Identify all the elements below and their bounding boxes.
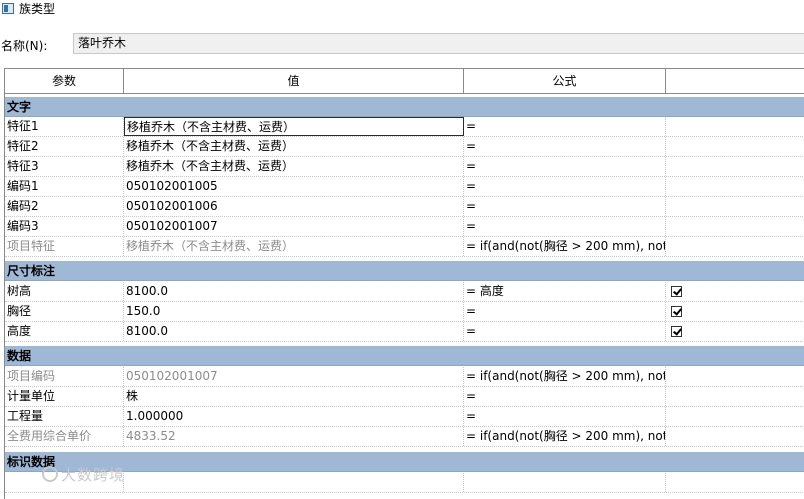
formula-input[interactable]: = bbox=[464, 217, 666, 236]
lock-cell[interactable] bbox=[666, 387, 804, 406]
table-row[interactable]: 特征3 移植乔木（不含主材费、运费） = bbox=[5, 157, 804, 177]
value-input[interactable]: 050102001005 bbox=[124, 177, 464, 196]
lock-cell[interactable] bbox=[666, 217, 804, 236]
column-header-param[interactable]: 参数 bbox=[5, 69, 124, 93]
formula-input[interactable]: = bbox=[464, 387, 666, 406]
param-name: 胸径 bbox=[5, 302, 124, 321]
value-input[interactable]: 8100.0 bbox=[124, 322, 464, 341]
param-name: 特征1 bbox=[5, 117, 124, 136]
param-name: 编码2 bbox=[5, 197, 124, 216]
lock-cell[interactable] bbox=[666, 177, 804, 196]
param-name: 树高 bbox=[5, 282, 124, 301]
formula-input[interactable]: = bbox=[464, 157, 666, 176]
table-row[interactable]: 项目编码 050102001007 = if(and(not(胸径 > 200 … bbox=[5, 367, 804, 387]
group-header-dims[interactable]: 尺寸标注 bbox=[5, 261, 804, 281]
window-title: 族类型 bbox=[19, 2, 56, 16]
lock-cell[interactable] bbox=[666, 302, 804, 321]
value-readonly: 050102001007 bbox=[124, 367, 464, 386]
lock-cell[interactable] bbox=[666, 427, 804, 446]
lock-cell[interactable] bbox=[666, 237, 804, 256]
reporting-checkbox[interactable] bbox=[671, 306, 682, 317]
lock-cell[interactable] bbox=[666, 367, 804, 386]
lock-cell[interactable] bbox=[666, 322, 804, 341]
value-input[interactable] bbox=[124, 473, 464, 492]
param-name: 高度 bbox=[5, 322, 124, 341]
value-input[interactable]: 移植乔木（不含主材费、运费） bbox=[124, 137, 464, 156]
table-row[interactable]: 全费用综合单价 4833.52 = if(and(not(胸径 > 200 mm… bbox=[5, 427, 804, 447]
lock-cell[interactable] bbox=[666, 473, 804, 492]
value-input[interactable]: 050102001007 bbox=[124, 217, 464, 236]
table-row[interactable]: 计量单位 株 = bbox=[5, 387, 804, 407]
formula-input[interactable] bbox=[464, 473, 666, 492]
value-input[interactable]: 8100.0 bbox=[124, 282, 464, 301]
parameter-grid: 参数 值 公式 文字 特征1 移植乔木（不含主材费、运费） = 特征2 移植乔木… bbox=[4, 68, 804, 499]
param-name: 全费用综合单价 bbox=[5, 427, 124, 446]
title-bar: 族类型 bbox=[0, 0, 804, 22]
formula-input[interactable]: = bbox=[464, 137, 666, 156]
value-input[interactable]: 移植乔木（不含主材费、运费） bbox=[124, 117, 464, 136]
formula-input[interactable]: = bbox=[464, 117, 666, 136]
table-row[interactable]: 特征1 移植乔木（不含主材费、运费） = bbox=[5, 117, 804, 137]
value-input[interactable]: 移植乔木（不含主材费、运费） bbox=[124, 157, 464, 176]
table-row[interactable]: 特征2 移植乔木（不含主材费、运费） = bbox=[5, 137, 804, 157]
reporting-checkbox[interactable] bbox=[671, 286, 682, 297]
param-name: 特征3 bbox=[5, 157, 124, 176]
watermark: 大数跨境 bbox=[42, 464, 125, 485]
dialog-icon bbox=[2, 3, 14, 14]
param-name: 计量单位 bbox=[5, 387, 124, 406]
lock-cell[interactable] bbox=[666, 137, 804, 156]
param-name: 项目编码 bbox=[5, 367, 124, 386]
column-header-value[interactable]: 值 bbox=[124, 69, 464, 93]
param-name: 工程量 bbox=[5, 407, 124, 426]
lock-cell[interactable] bbox=[666, 157, 804, 176]
name-row: 名称(N): 落叶乔木 bbox=[0, 33, 804, 55]
lock-cell[interactable] bbox=[666, 117, 804, 136]
value-input[interactable]: 1.000000 bbox=[124, 407, 464, 426]
formula-input[interactable]: = bbox=[464, 407, 666, 426]
group-header-text[interactable]: 文字 bbox=[5, 97, 804, 117]
table-row[interactable]: 编码2 050102001006 = bbox=[5, 197, 804, 217]
formula-input[interactable]: = if(and(not(胸径 > 200 mm), not( bbox=[464, 367, 666, 386]
param-name: 特征2 bbox=[5, 137, 124, 156]
lock-cell[interactable] bbox=[666, 407, 804, 426]
table-row[interactable]: 工程量 1.000000 = bbox=[5, 407, 804, 427]
table-row[interactable]: 树高 8100.0 = 高度 bbox=[5, 282, 804, 302]
value-input[interactable]: 150.0 bbox=[124, 302, 464, 321]
value-readonly: 4833.52 bbox=[124, 427, 464, 446]
table-row[interactable]: 胸径 150.0 = bbox=[5, 302, 804, 322]
param-name: 项目特征 bbox=[5, 237, 124, 256]
formula-input[interactable]: = bbox=[464, 322, 666, 341]
watermark-text: 大数跨境 bbox=[61, 466, 126, 484]
watermark-icon bbox=[42, 466, 58, 482]
reporting-checkbox[interactable] bbox=[671, 326, 682, 337]
formula-input[interactable]: = bbox=[464, 197, 666, 216]
column-header-lock[interactable] bbox=[666, 69, 804, 93]
group-header-data[interactable]: 数据 bbox=[5, 346, 804, 366]
table-row[interactable]: 高度 8100.0 = bbox=[5, 322, 804, 342]
formula-input[interactable]: = bbox=[464, 302, 666, 321]
column-header-formula[interactable]: 公式 bbox=[464, 69, 666, 93]
table-row[interactable]: 编码1 050102001005 = bbox=[5, 177, 804, 197]
name-field[interactable]: 落叶乔木 bbox=[73, 33, 804, 54]
lock-cell[interactable] bbox=[666, 282, 804, 301]
param-name: 编码1 bbox=[5, 177, 124, 196]
value-input[interactable]: 株 bbox=[124, 387, 464, 406]
table-row[interactable]: 编码3 050102001007 = bbox=[5, 217, 804, 237]
formula-input[interactable]: = if(and(not(胸径 > 200 mm), not( bbox=[464, 427, 666, 446]
grid-header: 参数 值 公式 bbox=[5, 69, 804, 94]
value-input[interactable]: 050102001006 bbox=[124, 197, 464, 216]
formula-input[interactable]: = if(and(not(胸径 > 200 mm), not( bbox=[464, 237, 666, 256]
value-readonly: 移植乔木（不含主材费、运费） bbox=[124, 237, 464, 256]
param-name: 编码3 bbox=[5, 217, 124, 236]
lock-cell[interactable] bbox=[666, 197, 804, 216]
name-label: 名称(N): bbox=[1, 39, 48, 53]
formula-input[interactable]: = bbox=[464, 177, 666, 196]
formula-input[interactable]: = 高度 bbox=[464, 282, 666, 301]
table-row[interactable]: 项目特征 移植乔木（不含主材费、运费） = if(and(not(胸径 > 20… bbox=[5, 237, 804, 257]
